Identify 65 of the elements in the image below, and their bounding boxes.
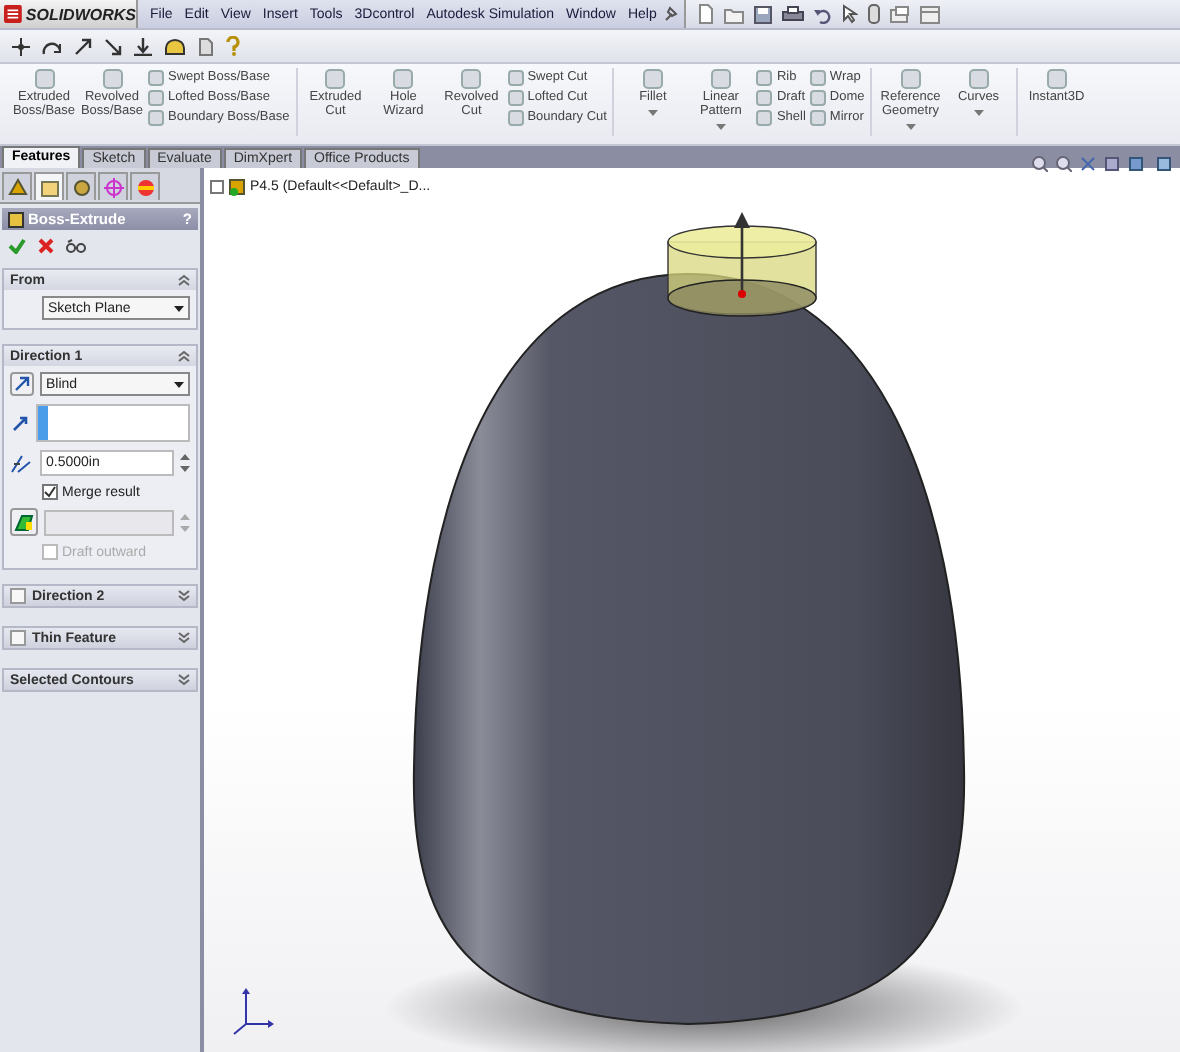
- caret-icon: [174, 381, 184, 387]
- feature-icon: [324, 68, 347, 90]
- window-icon: [920, 5, 941, 23]
- feature-tree-icon: [7, 177, 27, 197]
- appearance-icon: [135, 177, 155, 197]
- draft-angle-field[interactable]: [44, 509, 174, 535]
- crosshair-icon: [103, 177, 123, 197]
- feature-icon: [392, 68, 415, 90]
- printer-icon: [782, 5, 805, 23]
- draft-icon: [14, 513, 34, 531]
- help-icon: [226, 36, 240, 56]
- logo-icon: [4, 4, 22, 24]
- check-icon: [44, 486, 56, 498]
- part-icon: [228, 178, 246, 196]
- panel-tab[interactable]: [98, 172, 128, 200]
- options-icon: [890, 5, 911, 23]
- zoom-fit-icon: [1032, 156, 1048, 172]
- dome-icon: [164, 37, 186, 55]
- pin-icon: [662, 6, 679, 22]
- panel-tab[interactable]: [34, 172, 64, 200]
- feature-icon: [33, 68, 55, 90]
- feature-icon: [899, 68, 922, 90]
- diagonal-arrow-icon: [14, 376, 30, 392]
- section-view-icon: [1080, 156, 1096, 172]
- spinner-icon: [180, 513, 190, 531]
- feature-icon: [641, 68, 664, 90]
- feature-icon: [967, 68, 990, 90]
- cancel-x-icon: [38, 238, 54, 254]
- selection-box[interactable]: [36, 404, 190, 442]
- point-icon: [12, 37, 30, 55]
- feature-icon: [460, 68, 483, 90]
- feature-icon: [1045, 68, 1068, 90]
- property-icon: [39, 177, 59, 197]
- panel-tab[interactable]: [66, 172, 96, 200]
- zoom-area-icon: [1056, 156, 1072, 172]
- draft-button[interactable]: [10, 508, 38, 536]
- direction-arrow: [734, 212, 750, 298]
- glasses-icon: [66, 238, 86, 254]
- panel-tab[interactable]: [2, 172, 32, 200]
- ok-check-icon: [8, 238, 26, 254]
- arc-arrow-icon: [42, 37, 62, 55]
- feature-icon: [101, 68, 123, 90]
- undo-icon: [814, 5, 833, 23]
- section-checkbox[interactable]: [10, 630, 26, 646]
- configuration-icon: [71, 177, 91, 197]
- panel-tab[interactable]: [130, 172, 160, 200]
- arrow-icon: [74, 37, 92, 55]
- section-checkbox[interactable]: [10, 588, 26, 604]
- down-arrow-icon: [134, 37, 152, 55]
- new-document-icon: [698, 4, 715, 24]
- direction-arrow-icon: [10, 413, 30, 433]
- cursor-icon: [842, 4, 859, 24]
- feature-icon: [709, 68, 732, 90]
- expand-toggle[interactable]: [210, 180, 224, 194]
- spinner-icon: [180, 454, 190, 472]
- feature-icon: [8, 211, 24, 227]
- axis-triad: [233, 988, 274, 1035]
- arrow-icon: [104, 37, 122, 55]
- save-icon: [754, 5, 773, 23]
- folder-icon: [724, 5, 745, 23]
- page-icon: [198, 37, 214, 55]
- dimension-icon: [10, 453, 34, 473]
- reverse-direction-button[interactable]: [10, 372, 34, 396]
- app-logo: SOLIDWORKS: [25, 5, 136, 23]
- caret-icon: [174, 305, 184, 311]
